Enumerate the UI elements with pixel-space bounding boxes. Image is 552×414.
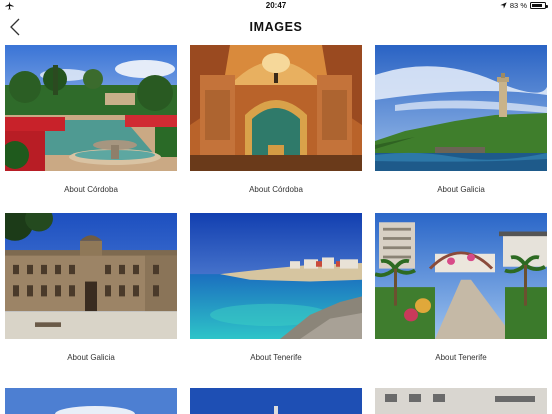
tenerife-beach-photo <box>190 213 362 339</box>
image-tile-cordoba-mosque[interactable]: About Córdoba <box>190 45 362 194</box>
image-tile-partial[interactable] <box>190 388 362 414</box>
image-caption: About Tenerife <box>250 353 302 362</box>
image-caption: About Galicia <box>437 185 485 194</box>
galicia-lighthouse-photo <box>375 45 547 171</box>
image-tile-galicia-building[interactable]: About Galicia <box>5 213 177 362</box>
cordoba-mosque-photo <box>190 45 362 171</box>
image-tile-tenerife-beach[interactable]: About Tenerife <box>190 213 362 362</box>
galicia-building-photo <box>5 213 177 339</box>
image-tile-tenerife-promenade[interactable]: About Tenerife <box>375 213 547 362</box>
cordoba-garden-photo <box>5 45 177 171</box>
image-tile-partial[interactable] <box>5 388 177 414</box>
image-caption: About Córdoba <box>64 185 118 194</box>
image-tile-cordoba-garden[interactable]: About Córdoba <box>5 45 177 194</box>
partial-photo-building <box>375 388 547 414</box>
tenerife-promenade-photo <box>375 213 547 339</box>
image-tile-galicia-lighthouse[interactable]: About Galicia <box>375 45 547 194</box>
image-tile-partial[interactable] <box>375 388 547 414</box>
partial-photo-sky <box>5 388 177 414</box>
image-caption: About Córdoba <box>249 185 303 194</box>
image-caption: About Galicia <box>67 353 115 362</box>
image-caption: About Tenerife <box>435 353 487 362</box>
image-grid: About Córdoba About Córdoba About Galici… <box>0 0 552 414</box>
partial-photo-sea <box>190 388 362 414</box>
